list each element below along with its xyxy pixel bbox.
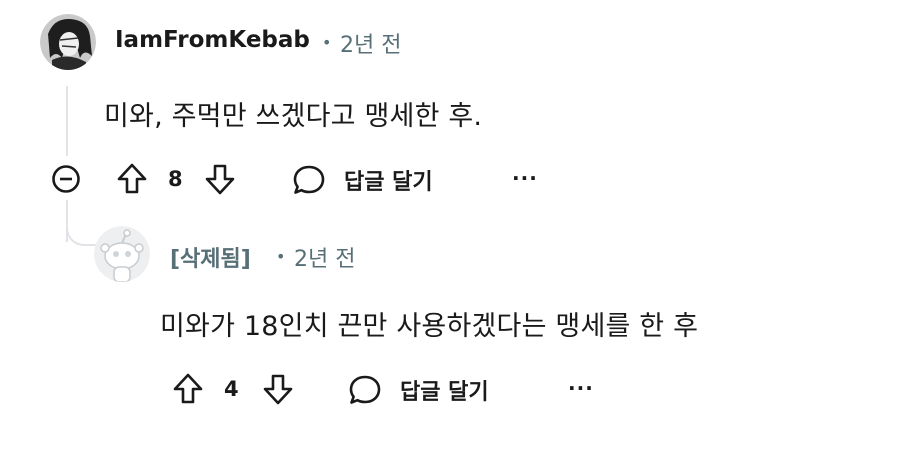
collapse-button[interactable]	[48, 164, 84, 194]
vote-count: 4	[224, 377, 239, 401]
reply-label: 답글 달기	[344, 170, 433, 195]
minus-circle-icon	[52, 165, 80, 193]
username-deleted: [삭제됨]	[170, 247, 251, 272]
separator-dot: •	[276, 247, 286, 266]
more-options-button[interactable]: ···	[512, 166, 538, 190]
speech-bubble-icon	[349, 375, 381, 404]
speech-bubble-icon	[293, 165, 325, 194]
username[interactable]: IamFromKebab	[115, 27, 310, 53]
avatar[interactable]	[94, 226, 150, 282]
comment-body: 미와, 주먹만 쓰겠다고 맹세한 후.	[104, 101, 483, 132]
reply-button[interactable]: 답글 달기	[348, 372, 518, 408]
arrow-up-icon	[173, 373, 203, 404]
reply-label: 답글 달기	[400, 380, 489, 405]
upvote-button[interactable]	[170, 370, 206, 408]
arrow-down-icon	[205, 164, 235, 195]
thread-connector	[66, 222, 96, 246]
snoo-avatar-icon	[94, 226, 150, 282]
separator-dot: •	[322, 33, 332, 52]
more-options-button[interactable]: ···	[568, 376, 594, 400]
thread-line[interactable]	[66, 86, 68, 156]
vote-count: 8	[168, 167, 183, 191]
reply-button[interactable]: 답글 달기	[292, 162, 462, 198]
comment-body: 미와가 18인치 끈만 사용하겠다는 맹세를 한 후	[160, 311, 699, 342]
downvote-button[interactable]	[260, 370, 296, 408]
timestamp[interactable]: 2년 전	[340, 27, 401, 59]
timestamp[interactable]: 2년 전	[294, 241, 355, 273]
avatar[interactable]	[40, 14, 96, 70]
arrow-up-icon	[117, 163, 147, 194]
downvote-button[interactable]	[202, 160, 238, 198]
arrow-down-icon	[263, 374, 293, 405]
upvote-button[interactable]	[114, 160, 150, 198]
